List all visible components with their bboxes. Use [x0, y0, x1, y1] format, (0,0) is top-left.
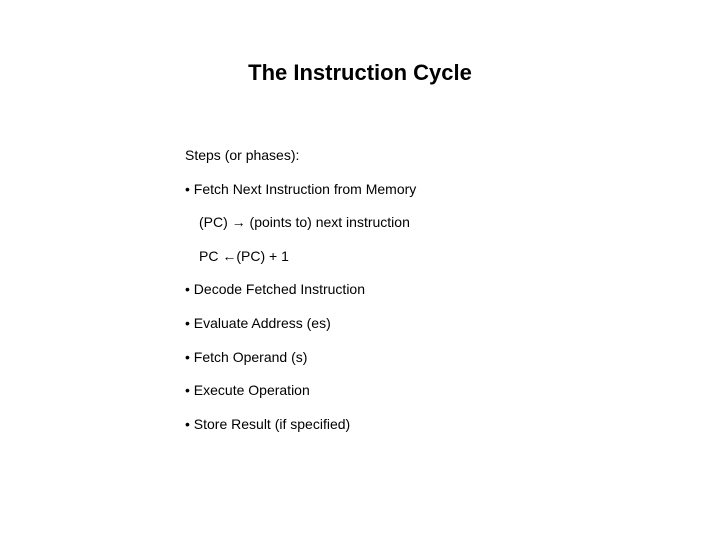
arrow-right-icon	[232, 214, 246, 230]
sub-pc-increment: PC (PC) + 1	[185, 247, 720, 267]
bullet-store-result: • Store Result (if specified)	[185, 415, 720, 435]
pc-inc-post: (PC) + 1	[236, 248, 289, 264]
bullet-execute: • Execute Operation	[185, 381, 720, 401]
pc-points-post: (points to) next instruction	[246, 214, 410, 230]
pc-inc-pre: PC	[199, 248, 222, 264]
slide-title: The Instruction Cycle	[0, 60, 720, 86]
bullet-fetch-instruction: • Fetch Next Instruction from Memory	[185, 180, 720, 200]
pc-points-pre: (PC)	[199, 214, 232, 230]
sub-pc-points: (PC) (points to) next instruction	[185, 213, 720, 233]
slide-content: Steps (or phases): • Fetch Next Instruct…	[0, 146, 720, 434]
slide: The Instruction Cycle Steps (or phases):…	[0, 0, 720, 540]
bullet-fetch-operand: • Fetch Operand (s)	[185, 348, 720, 368]
intro-text: Steps (or phases):	[185, 146, 720, 166]
bullet-evaluate-address: • Evaluate Address (es)	[185, 314, 720, 334]
bullet-decode: • Decode Fetched Instruction	[185, 280, 720, 300]
arrow-left-icon	[222, 248, 236, 264]
